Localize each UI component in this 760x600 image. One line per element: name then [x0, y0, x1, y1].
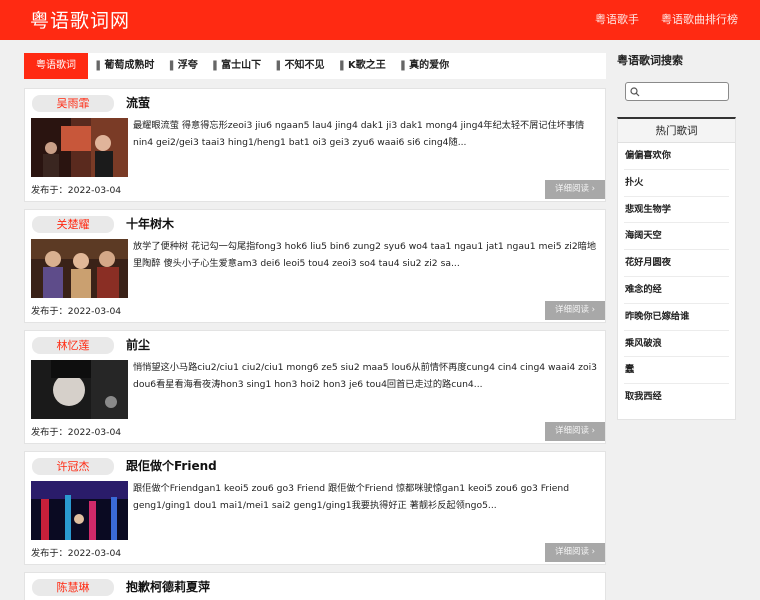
- read-more-button[interactable]: 详细阅读 ›: [545, 180, 605, 199]
- post-card: 陈慧琳 抱歉柯德莉夏萍: [24, 572, 606, 600]
- post-thumbnail[interactable]: [31, 239, 128, 298]
- post-date: 发布于：2022-03-04: [31, 548, 122, 559]
- search-section-title: 粤语歌词搜索: [617, 54, 683, 67]
- tab-lyrics[interactable]: 粤语歌词: [24, 53, 88, 79]
- site-logo[interactable]: 粤语歌词网: [30, 6, 130, 33]
- bullet-icon: ❚: [94, 60, 103, 71]
- post-excerpt: 放学了便种树 花记勾一勾尾指fong3 hok6 liu5 bin6 zung2…: [133, 241, 597, 269]
- top-nav: 粤语歌手 粤语歌曲排行榜: [595, 0, 760, 40]
- hot-lyric-link[interactable]: 昨晚你已嫁给谁: [624, 304, 729, 331]
- chevron-right-icon: ›: [591, 547, 596, 557]
- post-excerpt: 悄悄望这小马路ciu2/ciu1 ciu2/ciu1 mong6 ze5 siu…: [133, 362, 597, 390]
- post-title[interactable]: 抱歉柯德莉夏萍: [126, 578, 210, 595]
- post-title[interactable]: 十年树木: [126, 215, 174, 232]
- search-input[interactable]: [642, 84, 726, 99]
- post-thumbnail[interactable]: [31, 118, 128, 177]
- hot-lyrics-title: 热门歌词: [618, 119, 735, 143]
- category-tabs: 粤语歌词 ❚ 葡萄成熟时 ❚ 浮夸 ❚ 富士山下 ❚ 不知不见 ❚ K歌之王 ❚ 真的爱你: [24, 53, 606, 79]
- bullet-icon: ❚: [274, 60, 283, 71]
- bullet-icon: ❚: [167, 60, 176, 71]
- nav-link-singers[interactable]: 粤语歌手: [595, 0, 639, 40]
- tab-song[interactable]: ❚ 不知不见: [274, 53, 324, 79]
- hot-lyric-link[interactable]: 蠢: [624, 357, 729, 385]
- hot-lyric-link[interactable]: 难念的经: [624, 277, 729, 304]
- tab-list: ❚ 葡萄成熟时 ❚ 浮夸 ❚ 富士山下 ❚ 不知不见 ❚ K歌之王 ❚ 真的爱你: [94, 53, 462, 79]
- post-card: 林忆莲 前尘 悄悄望这小马路ciu2/ciu1 ciu2/ciu1 mong6 …: [24, 330, 606, 444]
- post-card: 吴雨霏 流萤 最耀眼流萤 得意得忘形zeoi3 jiu6 ngaan5 lau4…: [24, 88, 606, 202]
- post-date: 发布于：2022-03-04: [31, 427, 122, 438]
- artist-badge[interactable]: 许冠杰: [32, 458, 114, 475]
- post-title[interactable]: 流萤: [126, 94, 150, 111]
- post-title[interactable]: 跟佢做个Friend: [126, 457, 217, 474]
- read-more-button[interactable]: 详细阅读 ›: [545, 543, 605, 562]
- post-excerpt: 最耀眼流萤 得意得忘形zeoi3 jiu6 ngaan5 lau4 jing4 …: [133, 120, 585, 148]
- hot-lyric-link[interactable]: 取我西经: [624, 384, 729, 411]
- read-more-button[interactable]: 详细阅读 ›: [545, 422, 605, 441]
- tab-song[interactable]: ❚ 葡萄成熟时: [94, 53, 154, 79]
- hot-lyric-link[interactable]: 偏偏喜欢你: [624, 143, 729, 170]
- hot-lyric-link[interactable]: 乘风破浪: [624, 331, 729, 358]
- post-date: 发布于：2022-03-04: [31, 306, 122, 317]
- post-card: 许冠杰 跟佢做个Friend 跟佢做个Friendgan1 keoi5 zou6…: [24, 451, 606, 565]
- hot-lyric-link[interactable]: 海阔天空: [624, 223, 729, 251]
- post-thumbnail[interactable]: [31, 360, 128, 419]
- post-title[interactable]: 前尘: [126, 336, 150, 353]
- bullet-icon: ❚: [398, 60, 408, 71]
- chevron-right-icon: ›: [591, 184, 596, 194]
- hot-lyric-link[interactable]: 悲观生物学: [624, 197, 729, 224]
- site-header: 粤语歌词网 粤语歌手 粤语歌曲排行榜: [0, 0, 760, 40]
- artist-badge[interactable]: 吴雨霏: [32, 95, 114, 112]
- artist-badge[interactable]: 关楚耀: [32, 216, 114, 233]
- chevron-right-icon: ›: [591, 426, 596, 436]
- post-card: 关楚耀 十年树木 放学了便种树 花记勾一勾尾指fong3 hok6 liu5 b…: [24, 209, 606, 323]
- search-icon: [630, 87, 640, 97]
- hot-lyrics-panel: 热门歌词 偏偏喜欢你 扑火 悲观生物学 海阔天空 花好月圆夜 难念的经 昨晚你已…: [617, 117, 736, 420]
- post-date: 发布于：2022-03-04: [31, 185, 122, 196]
- artist-badge[interactable]: 陈慧琳: [32, 579, 114, 596]
- chevron-right-icon: ›: [591, 305, 596, 315]
- post-thumbnail[interactable]: [31, 481, 128, 540]
- search-box[interactable]: [625, 82, 729, 101]
- nav-link-chart[interactable]: 粤语歌曲排行榜: [661, 0, 738, 40]
- post-excerpt: 跟佢做个Friendgan1 keoi5 zou6 go3 Friend 跟佢做…: [133, 483, 570, 511]
- bullet-icon: ❚: [337, 60, 346, 71]
- tab-song[interactable]: ❚ K歌之王: [338, 53, 386, 79]
- hot-lyric-link[interactable]: 花好月圆夜: [624, 250, 729, 277]
- read-more-button[interactable]: 详细阅读 ›: [545, 301, 605, 320]
- tab-song[interactable]: ❚ 浮夸: [167, 53, 197, 79]
- tab-song[interactable]: ❚ 真的爱你: [399, 53, 449, 79]
- artist-badge[interactable]: 林忆莲: [32, 337, 114, 354]
- hot-lyric-link[interactable]: 扑火: [624, 170, 729, 197]
- bullet-icon: ❚: [210, 60, 220, 71]
- tab-song[interactable]: ❚ 富士山下: [211, 53, 261, 79]
